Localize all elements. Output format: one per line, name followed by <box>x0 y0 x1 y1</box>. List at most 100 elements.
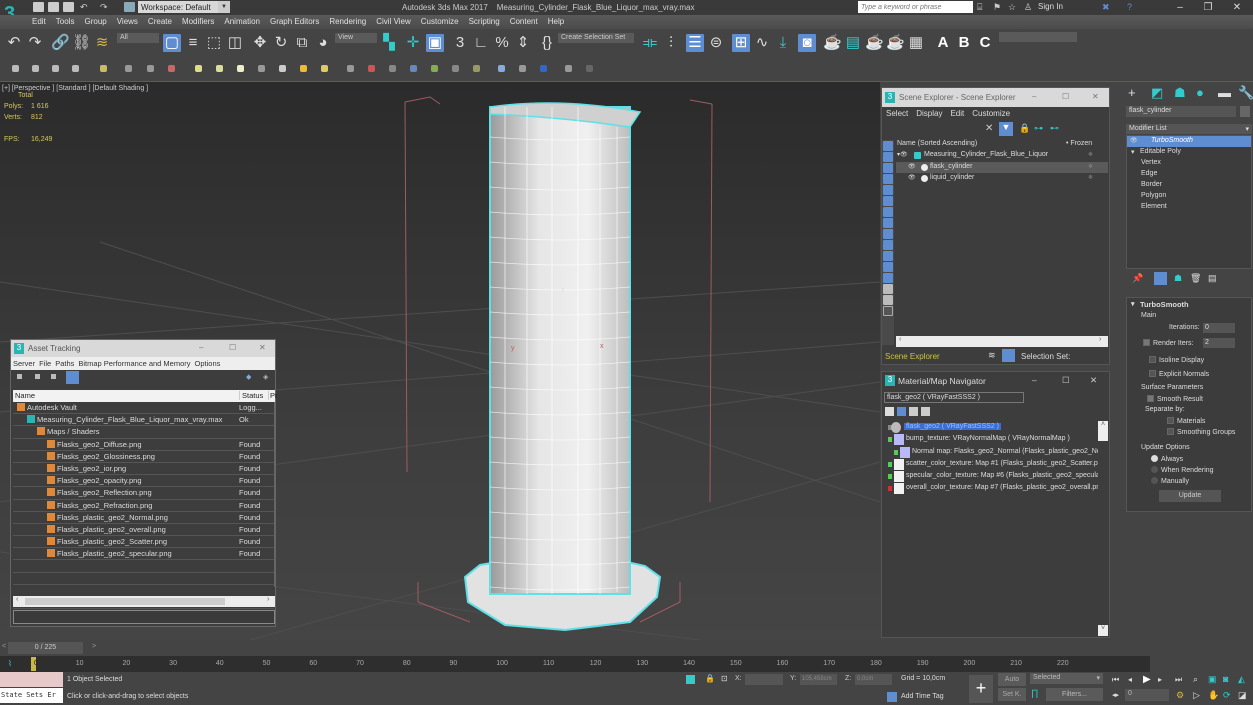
binoculars-icon[interactable]: ⌸ <box>977 2 982 13</box>
scroll-right-icon[interactable]: › <box>267 596 269 603</box>
x-coordinate-field[interactable] <box>745 674 783 685</box>
time-configuration-icon[interactable]: ⚙ <box>1176 690 1184 701</box>
display-tab-icon[interactable]: ▬ <box>1218 85 1231 100</box>
visibility-icon[interactable]: ▾👁 <box>897 151 908 158</box>
tool-icon[interactable] <box>321 65 328 72</box>
viewport-label[interactable]: [+] [Perspective ] [Standard ] [Default … <box>2 85 148 92</box>
render-production-icon[interactable]: ☕ <box>865 34 884 52</box>
tool-icon[interactable] <box>52 65 59 72</box>
track-bar[interactable]: ⌇ 0 10 20 30 40 50 60 70 80 90 100 110 120 130 140 150 1… <box>0 656 1150 672</box>
menu-server[interactable]: Server <box>13 359 35 368</box>
path-input[interactable] <box>13 610 275 624</box>
layer-explorer-icon[interactable]: ⊜ <box>707 34 725 52</box>
tool-icon[interactable] <box>498 65 505 72</box>
layers-icon[interactable]: ≋ <box>988 350 996 361</box>
hierarchy-icon[interactable]: ⊶ <box>1034 123 1043 134</box>
y-coordinate-field[interactable]: 105,458cm <box>800 674 837 685</box>
freeze-icon[interactable]: ❄ <box>1088 174 1093 181</box>
scene-item[interactable]: 👁 liquid_cylinder ❄ <box>896 173 1108 185</box>
rollout-collapse-icon[interactable]: ▾ <box>1131 300 1135 308</box>
smooth-result-checkbox[interactable]: Smooth Result <box>1147 395 1203 403</box>
scale-icon[interactable]: ⧉ <box>293 34 311 52</box>
horizontal-scrollbar[interactable]: ‹ › <box>896 336 1108 347</box>
key-mode-toggle-icon[interactable]: ◂▸ <box>1112 691 1119 699</box>
material-tree-item[interactable]: overall_color_texture: Map #7 (Flasks_pl… <box>886 483 1099 495</box>
font-b-icon[interactable]: B <box>955 34 973 52</box>
scroll-left-icon[interactable]: ‹ <box>899 336 901 343</box>
object-name-field[interactable]: flask_cylinder <box>1126 106 1236 117</box>
menu-modifiers[interactable]: Modifiers <box>177 15 219 26</box>
list-view-icon[interactable] <box>51 374 56 379</box>
key-filters-button[interactable]: Filters... <box>1046 688 1103 701</box>
material-tree-item[interactable]: Normal map: Flasks_geo2_Normal (Flasks_p… <box>886 446 1103 459</box>
open-file-icon[interactable] <box>48 2 59 12</box>
absolute-mode-icon[interactable]: ⊡ <box>721 674 728 683</box>
modifier-stack-item[interactable]: Polygon <box>1127 191 1251 202</box>
font-a-icon[interactable]: A <box>934 34 952 52</box>
radio-selected[interactable] <box>1151 455 1158 462</box>
menu-help[interactable]: Help <box>543 15 569 26</box>
scroll-down-icon[interactable]: ˅ <box>1098 625 1108 636</box>
next-frame-icon[interactable]: > <box>92 643 96 650</box>
zoom-extents-all-icon[interactable]: ◭ <box>1238 674 1245 685</box>
tool-icon[interactable] <box>195 65 202 72</box>
column-status[interactable]: Status <box>239 391 263 400</box>
selection-lock-icon[interactable]: 🔒 <box>705 674 715 683</box>
filter-icon[interactable]: ▼ <box>999 122 1013 136</box>
undo-icon[interactable]: ↶ <box>80 2 88 13</box>
auto-key-button[interactable]: Auto <box>998 673 1026 686</box>
user-icon[interactable]: ♙ <box>1024 2 1032 13</box>
menu-bitmap-performance[interactable]: Bitmap Performance and Memory <box>78 359 190 368</box>
go-to-end-icon[interactable]: ⏭ <box>1175 675 1182 685</box>
options-icon[interactable] <box>883 306 893 316</box>
menu-customize[interactable]: Customize <box>972 109 1010 118</box>
exchange-icon[interactable]: ✖ <box>1102 2 1110 13</box>
tool-icon[interactable] <box>300 65 307 72</box>
tool-icon[interactable] <box>12 65 19 72</box>
smoothing-groups-checkbox[interactable]: Smoothing Groups <box>1167 428 1235 436</box>
default-tangent-icon[interactable]: ∏ <box>1031 688 1038 698</box>
zoom-all-icon[interactable]: ▣ <box>1208 674 1217 685</box>
material-tree-item[interactable]: bump_texture: VRayNormalMap ( VRayNormal… <box>886 434 1096 446</box>
render-iters-spinner[interactable]: 2 <box>1203 338 1235 348</box>
view-small-icons-icon[interactable] <box>909 407 918 416</box>
tool-icon[interactable] <box>279 65 286 72</box>
close-button[interactable]: ✕ <box>259 343 266 352</box>
menu-customize[interactable]: Customize <box>416 15 464 26</box>
tool-icon[interactable] <box>368 65 375 72</box>
minimize-button[interactable]: – <box>1032 375 1037 385</box>
display-hidden-icon[interactable] <box>883 262 893 272</box>
ribbon-toggle-icon[interactable]: ⊞ <box>732 34 750 52</box>
light-icon[interactable] <box>100 65 107 72</box>
menu-edit[interactable]: Edit <box>950 109 964 118</box>
modifier-list-dropdown[interactable]: Modifier List ▾ <box>1126 124 1252 134</box>
scene-item[interactable]: ▾👁 Measuring_Cylinder_Flask_Blue_Liquor ❄ <box>896 150 1108 162</box>
maximize-button[interactable]: ☐ <box>1062 92 1069 101</box>
z-coordinate-field[interactable]: 0,0cm <box>855 674 892 685</box>
tool-icon[interactable] <box>168 65 175 72</box>
radio-unselected[interactable] <box>1151 477 1158 484</box>
modifier-stack-item[interactable]: 👁 TurboSmooth <box>1127 136 1251 147</box>
make-unique-icon[interactable]: ☗ <box>1174 273 1182 284</box>
checkbox-checked[interactable] <box>1147 395 1154 402</box>
display-containers-icon[interactable] <box>883 240 893 250</box>
menu-rendering[interactable]: Rendering <box>324 15 371 26</box>
keyboard-shortcut-override-icon[interactable]: ▣ <box>426 34 444 52</box>
extra-dropdown[interactable] <box>999 32 1077 42</box>
table-view-icon[interactable] <box>66 371 79 384</box>
scene-explorer-name[interactable]: Scene Explorer <box>885 352 940 361</box>
configure-modifier-sets-icon[interactable]: ▤ <box>1208 273 1217 284</box>
show-end-result-icon[interactable] <box>1154 272 1167 285</box>
scroll-right-icon[interactable]: › <box>1099 336 1101 343</box>
edit-named-selection-icon[interactable]: {} <box>538 34 556 52</box>
display-all-icon[interactable] <box>883 273 893 283</box>
tool-icon[interactable] <box>72 65 79 72</box>
place-icon[interactable]: ◕ <box>314 34 332 52</box>
scroll-thumb[interactable] <box>25 598 225 605</box>
material-tree-item[interactable]: flask_geo2 ( VRayFastSSS2 ) <box>886 422 1096 434</box>
reference-coordinate-dropdown[interactable]: View <box>335 33 377 43</box>
tool-icon[interactable] <box>125 65 132 72</box>
menu-content[interactable]: Content <box>505 15 543 26</box>
checkbox-checked[interactable] <box>1143 339 1150 346</box>
display-geometry-icon[interactable] <box>883 141 893 151</box>
